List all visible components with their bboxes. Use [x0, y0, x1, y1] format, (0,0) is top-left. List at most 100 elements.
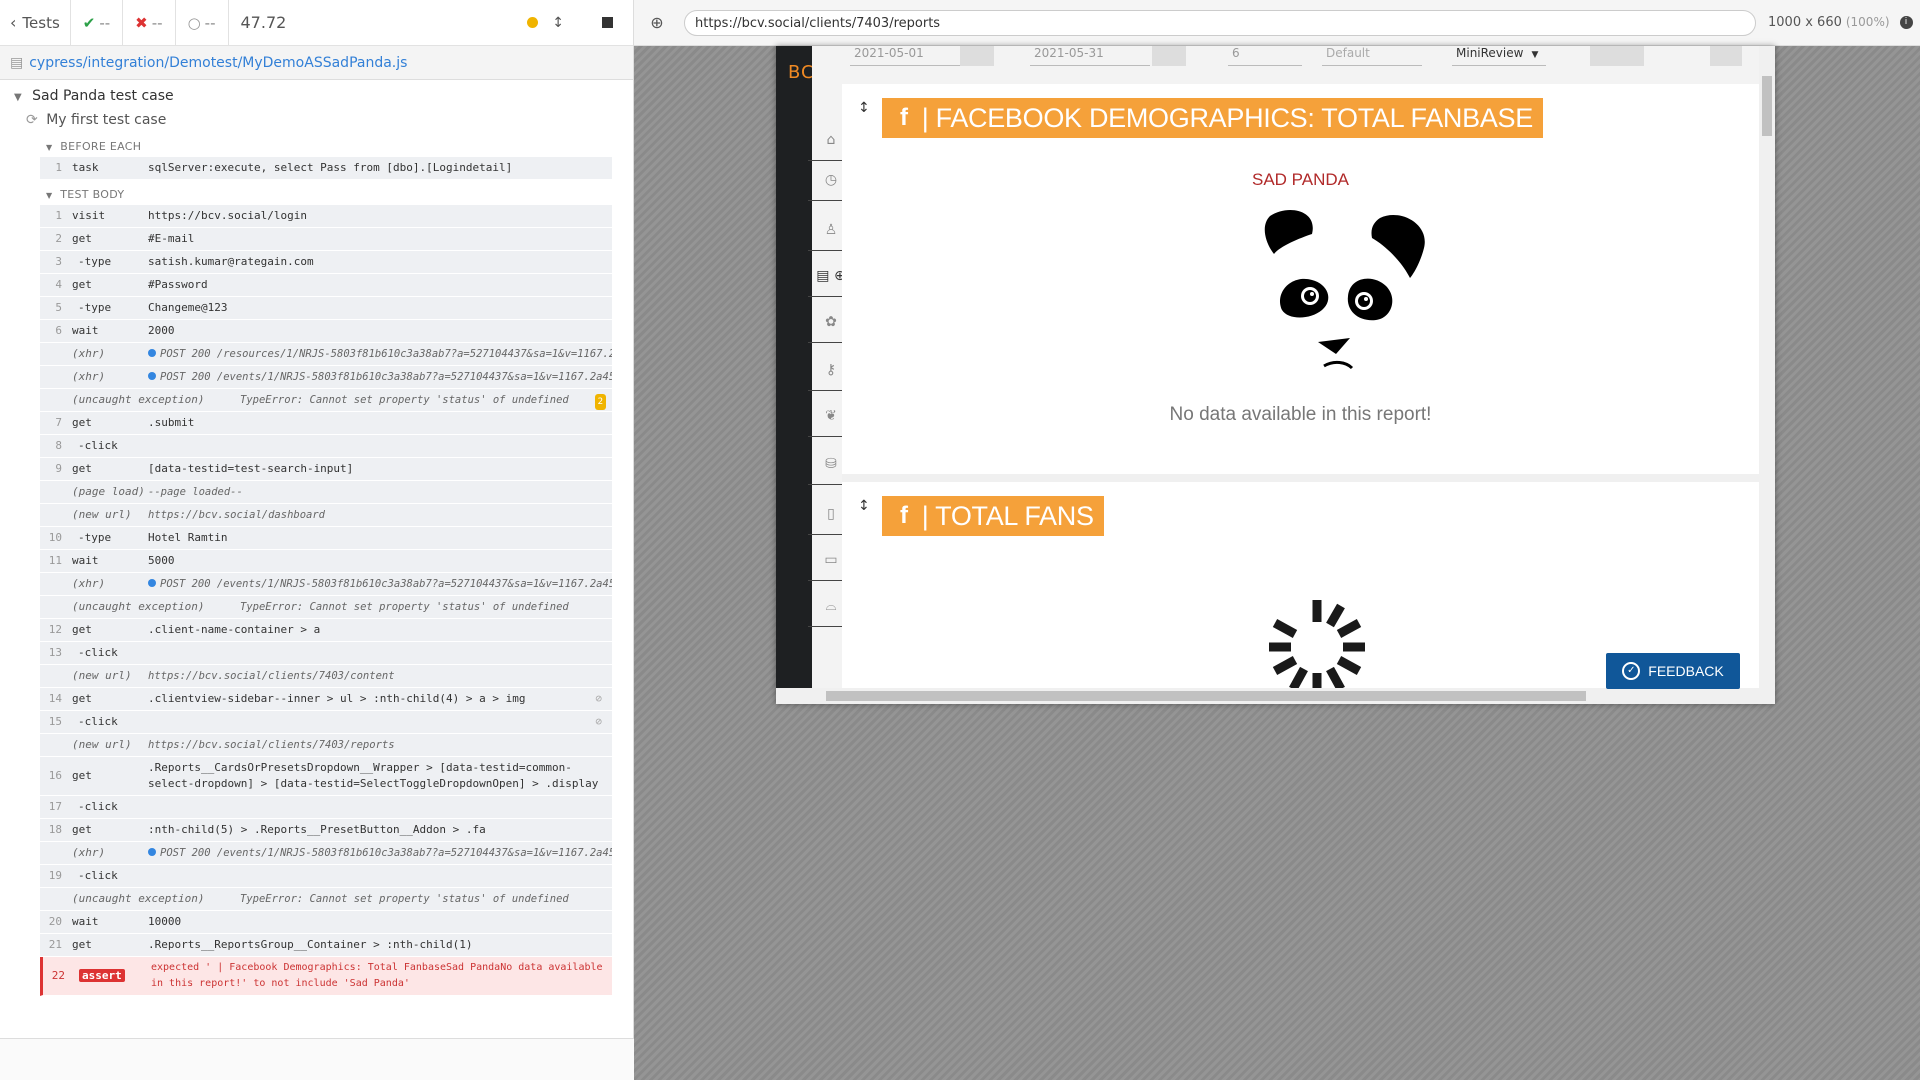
- pending-count[interactable]: ○ --: [176, 0, 229, 46]
- info-icon[interactable]: i: [1899, 16, 1913, 29]
- command-row[interactable]: 7 get .submit: [40, 412, 612, 435]
- command-row[interactable]: 11 wait 5000: [40, 550, 612, 573]
- count-input[interactable]: 6: [1228, 46, 1302, 66]
- command-row[interactable]: 4 get #Password: [40, 274, 612, 297]
- command-name: (xhr): [72, 347, 106, 360]
- end-calendar-button[interactable]: [1152, 46, 1186, 66]
- auto-scroll-icon[interactable]: ↕: [552, 15, 564, 31]
- suite-title[interactable]: ▼ Sad Panda test case: [0, 80, 633, 104]
- export-button[interactable]: [1590, 46, 1644, 66]
- command-row[interactable]: 1 visit https://bcv.social/login: [40, 205, 612, 228]
- report-filters: 2021-05-01 2021-05-31 6 Default MiniRevi…: [812, 46, 1775, 84]
- command-row[interactable]: (new url) https://bcv.social/dashboard: [40, 504, 612, 527]
- command-name: (uncaught exception): [72, 892, 205, 905]
- command-message: .submit: [148, 416, 195, 429]
- test-body-header[interactable]: ▼ TEST BODY: [0, 180, 633, 205]
- command-row[interactable]: 13 -click: [40, 642, 612, 665]
- command-row[interactable]: 21 get .Reports__ReportsGroup__Container >…: [40, 934, 612, 957]
- command-row[interactable]: (new url) https://bcv.social/clients/7403…: [40, 734, 612, 757]
- end-date-input[interactable]: 2021-05-31: [1030, 46, 1150, 66]
- command-row[interactable]: (new url) https://bcv.social/clients/7403…: [40, 665, 612, 688]
- command-name: -click: [78, 800, 118, 813]
- report-card-fanbase: ↕ f | FACEBOOK DEMOGRAPHICS: TOTAL FANBA…: [842, 84, 1759, 474]
- command-row[interactable]: 18 get:nth-child(5) > .Reports__PresetBut…: [40, 819, 612, 842]
- selector-playground-icon[interactable]: ⊕: [634, 13, 680, 32]
- xhr-status-icon: [148, 848, 156, 856]
- vertical-scrollbar[interactable]: [1759, 46, 1775, 688]
- start-calendar-button[interactable]: [960, 46, 994, 66]
- runner-header: ‹ Tests ✔ -- ✖ -- ○ -- 47.72 ↕: [0, 0, 633, 46]
- preset-select[interactable]: Default: [1322, 46, 1422, 66]
- before-each-header[interactable]: ▼ BEFORE EACH: [0, 128, 633, 157]
- no-data-message: No data available in this report!: [1169, 404, 1432, 425]
- command-row[interactable]: 15 -click ⊘: [40, 711, 612, 734]
- command-row[interactable]: 9 get [data-testid=test-search-input]: [40, 458, 612, 481]
- loading-spinner-icon: [1269, 600, 1365, 688]
- spec-file-path[interactable]: cypress/integration/Demotest/MyDemoASSad…: [29, 55, 407, 71]
- failed-count[interactable]: ✖ --: [123, 0, 176, 46]
- command-row[interactable]: (uncaught exception) TypeError: Cannot se…: [40, 888, 612, 911]
- card-header: f | TOTAL FANS: [882, 496, 1104, 536]
- scroll-thumb[interactable]: [826, 691, 1586, 701]
- viewport-size: 1000 x 660 (100%): [1768, 15, 1890, 30]
- feedback-button[interactable]: ✓ FEEDBACK: [1606, 653, 1740, 689]
- command-number: 6: [55, 324, 62, 337]
- command-row[interactable]: (uncaught exception) TypeError: Cannot se…: [40, 389, 612, 412]
- command-row[interactable]: 20 wait 10000: [40, 911, 612, 934]
- command-number: 17: [48, 800, 62, 813]
- caret-down-icon: ▼: [46, 191, 53, 200]
- command-row[interactable]: 3 -type satish.kumar@rategain.com: [40, 251, 612, 274]
- command-row[interactable]: (xhr) POST 200 /events/1/NRJS-5803f81b610…: [40, 842, 612, 865]
- command-row[interactable]: 14 get .clientview-sidebar--inner > ul > :…: [40, 688, 612, 711]
- passed-count[interactable]: ✔ --: [71, 0, 124, 46]
- command-row[interactable]: (uncaught exception) TypeError: Cannot se…: [40, 596, 612, 619]
- command-name: -click: [78, 646, 118, 659]
- caret-down-icon: ▼: [46, 143, 53, 152]
- assert-message: expected ' | Facebook Demographics: Tota…: [151, 962, 603, 989]
- command-row[interactable]: 1 task sqlServer:execute, select Pass from…: [40, 157, 612, 180]
- command-row[interactable]: (xhr) POST 200 /resources/1/NRJS-5803f81b…: [40, 343, 612, 366]
- command-message: https://bcv.social/clients/7403/content: [148, 670, 395, 682]
- chevron-left-icon: ‹: [10, 13, 17, 32]
- facebook-icon: f: [900, 104, 908, 131]
- duration: 47.72: [240, 13, 287, 32]
- test-title[interactable]: ⟳ My first test case: [0, 104, 633, 128]
- spec-file-bar[interactable]: ▤ cypress/integration/Demotest/MyDemoASS…: [0, 46, 633, 80]
- command-row[interactable]: 10 -type Hotel Ramtin: [40, 527, 612, 550]
- command-row[interactable]: 6 wait 2000: [40, 320, 612, 343]
- command-row[interactable]: (page load) --page loaded--: [40, 481, 612, 504]
- start-date-input[interactable]: 2021-05-01: [850, 46, 960, 66]
- command-message: Hotel Ramtin: [148, 531, 228, 544]
- drag-handle-icon[interactable]: ↕: [858, 100, 870, 116]
- command-number: 9: [55, 462, 62, 475]
- command-row[interactable]: (xhr) POST 200 /events/1/NRJS-5803f81b610…: [40, 573, 612, 596]
- back-to-tests-button[interactable]: ‹ Tests: [0, 0, 71, 46]
- command-name: -click: [78, 715, 118, 728]
- command-message: 5000: [148, 554, 175, 567]
- app-sidebar: BCV: [776, 46, 827, 688]
- command-message: [148, 650, 612, 656]
- command-row[interactable]: 19 -click: [40, 865, 612, 888]
- command-row[interactable]: 17 -click: [40, 796, 612, 819]
- command-row[interactable]: 12 get .client-name-container > a: [40, 619, 612, 642]
- assert-command-row[interactable]: 22 assert expected ' | Facebook Demograp…: [40, 957, 612, 996]
- stop-button[interactable]: [602, 17, 613, 28]
- view-select[interactable]: MiniReview ▼: [1452, 46, 1546, 66]
- command-number: 18: [48, 823, 62, 836]
- horizontal-scrollbar[interactable]: [776, 688, 1775, 704]
- drag-handle-icon[interactable]: ↕: [858, 498, 870, 514]
- command-message: .Reports__CardsOrPresetsDropdown__Wrappe…: [148, 761, 599, 790]
- url-display[interactable]: https://bcv.social/clients/7403/reports: [684, 9, 1756, 36]
- command-row[interactable]: 2 get #E-mail: [40, 228, 612, 251]
- command-name: get: [72, 232, 92, 245]
- command-row[interactable]: (xhr) POST 200 /events/1/NRJS-5803f81b610…: [40, 366, 612, 389]
- file-icon: ▤: [10, 54, 24, 71]
- command-message: [data-testid=test-search-input]: [148, 462, 354, 475]
- command-row[interactable]: 8 -click: [40, 435, 612, 458]
- command-row[interactable]: 5 -type Changeme@123: [40, 297, 612, 320]
- command-name: get: [72, 623, 92, 636]
- card-header: f | FACEBOOK DEMOGRAPHICS: TOTAL FANBASE: [882, 98, 1543, 138]
- scroll-thumb[interactable]: [1762, 76, 1772, 136]
- delete-button[interactable]: [1710, 46, 1742, 66]
- command-row[interactable]: 16 get .Reports__CardsOrPresetsDropdown__W…: [40, 757, 612, 796]
